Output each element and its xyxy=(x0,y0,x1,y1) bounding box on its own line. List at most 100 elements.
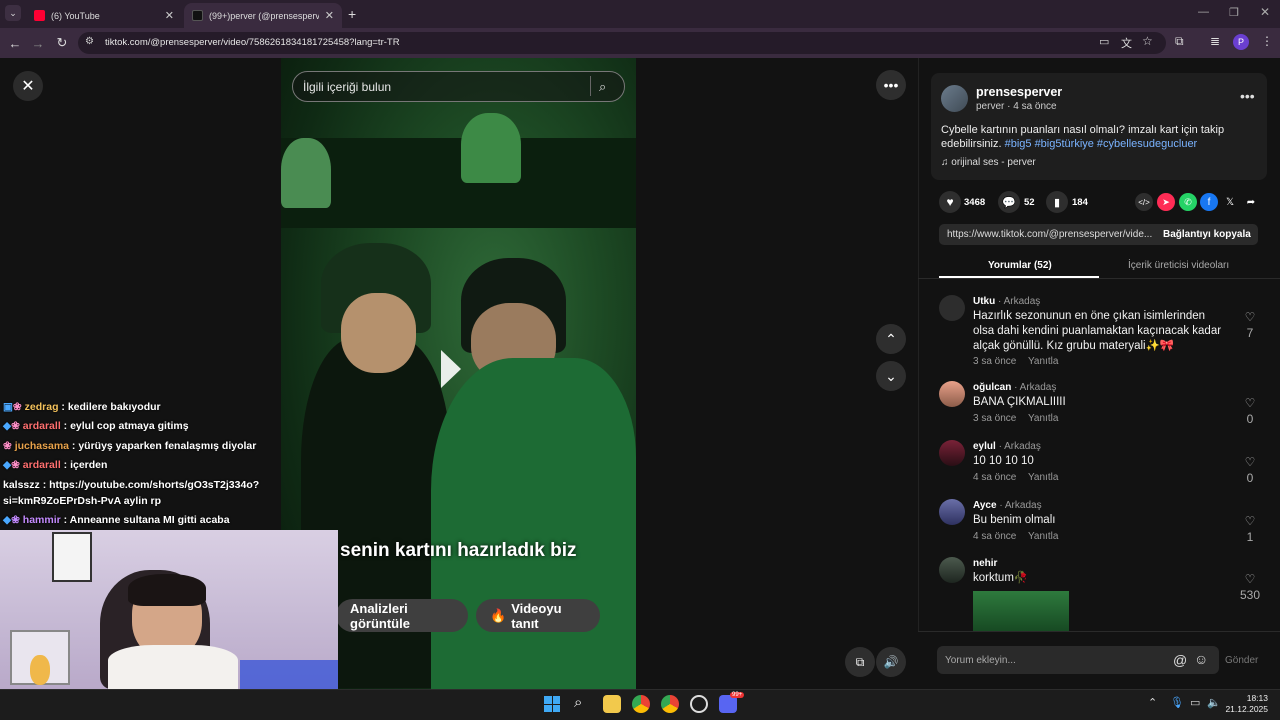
microphone-icon[interactable]: 🎙 xyxy=(1170,696,1184,709)
comment-avatar[interactable] xyxy=(939,295,965,321)
close-tab-icon[interactable]: ✕ xyxy=(165,9,174,22)
close-window-icon[interactable]: ✕ xyxy=(1260,5,1270,19)
post-more-icon[interactable]: ••• xyxy=(1240,88,1255,104)
sound-row[interactable]: ♫ orijinal ses - perver xyxy=(941,157,1036,168)
comment-avatar[interactable] xyxy=(939,440,965,466)
chrome-profile-icon[interactable] xyxy=(661,695,679,713)
close-video-icon[interactable]: ✕ xyxy=(13,71,43,101)
menu-icon[interactable]: ⋮ xyxy=(1261,34,1273,48)
minimize-icon[interactable]: — xyxy=(1198,6,1209,18)
comment-like-icon[interactable]: ♡ xyxy=(1240,572,1260,586)
tab-youtube[interactable]: (6) YouTube ✕ xyxy=(26,3,182,28)
pip-icon[interactable]: ⧉ xyxy=(845,647,875,677)
tab-comments[interactable]: Yorumlar (52) xyxy=(988,260,1052,271)
tab-divider xyxy=(918,278,1280,279)
facebook-icon[interactable]: f xyxy=(1200,193,1218,211)
search-taskbar-icon[interactable]: ⌕ xyxy=(574,694,582,711)
bookmark-star-icon[interactable]: ☆ xyxy=(1142,34,1153,48)
author-avatar[interactable] xyxy=(941,85,968,112)
chat-message: ◆❀ hammir : Anneanne sultana MI gitti ac… xyxy=(3,514,230,526)
volume-tray-icon[interactable]: 🔈 xyxy=(1207,696,1221,709)
comment-placeholder[interactable]: Yorum ekleyin... xyxy=(945,655,1016,666)
profile-avatar[interactable]: P xyxy=(1233,34,1249,50)
like-icon[interactable]: ♥ xyxy=(939,191,961,213)
comment-avatar[interactable] xyxy=(939,557,965,583)
obs-icon[interactable] xyxy=(690,695,708,713)
play-icon[interactable] xyxy=(441,350,461,388)
send-comment-button[interactable]: Gönder xyxy=(1225,655,1258,666)
url-text[interactable]: tiktok.com/@prensesperver/video/75862618… xyxy=(105,37,400,48)
file-explorer-icon[interactable] xyxy=(603,695,621,713)
cast-icon[interactable]: ▭ xyxy=(1099,35,1109,48)
close-tab-icon[interactable]: ✕ xyxy=(325,9,334,22)
hashtags[interactable]: #big5 #big5türkiye #cybellesudegucluer xyxy=(1005,138,1198,150)
comment-avatar[interactable] xyxy=(939,381,965,407)
new-tab-button[interactable]: + xyxy=(348,6,356,22)
clock-date[interactable]: 21.12.2025 xyxy=(1222,704,1268,714)
comment-count: 52 xyxy=(1024,197,1035,208)
analytics-button[interactable]: Analizleri görüntüle xyxy=(336,599,468,632)
reload-icon[interactable]: ↻ xyxy=(53,34,71,52)
volume-icon[interactable]: 🔊 xyxy=(876,647,906,677)
comment-image[interactable] xyxy=(973,591,1069,631)
extensions-icon[interactable]: ⧉ xyxy=(1175,34,1184,49)
back-icon[interactable]: ← xyxy=(6,34,24,52)
copy-link-button[interactable]: Bağlantıyı kopyala xyxy=(1163,229,1251,240)
comment-like-icon[interactable]: ♡ xyxy=(1240,310,1260,324)
start-icon[interactable] xyxy=(544,696,560,712)
comment-username: Ayce xyxy=(973,500,997,511)
chat-text: : https://youtube.com/shorts/gO3sT2j334o… xyxy=(39,479,260,491)
tab-search-button[interactable]: ⌄ xyxy=(5,5,21,21)
author-username[interactable]: prensesperver xyxy=(976,85,1062,99)
send-friend-icon[interactable]: ➤ xyxy=(1157,193,1175,211)
next-video-icon[interactable]: ⌄ xyxy=(876,361,906,391)
emoji-icon[interactable]: ☺ xyxy=(1194,651,1208,667)
comment-like-icon[interactable]: ♡ xyxy=(1240,396,1260,410)
previous-video-icon[interactable]: ⌃ xyxy=(876,324,906,354)
balcony-background xyxy=(281,138,636,228)
whatsapp-icon[interactable]: ✆ xyxy=(1179,193,1197,211)
comment-author[interactable]: oğulcan · Arkadaş xyxy=(973,382,1056,393)
comment-author[interactable]: Ayce · Arkadaş xyxy=(973,500,1042,511)
media-controls-icon[interactable]: ≣ xyxy=(1210,34,1220,48)
promote-video-button[interactable]: 🔥 Videoyu tanıt xyxy=(476,599,600,632)
reply-button[interactable]: Yanıtla xyxy=(1028,356,1058,367)
chat-text: : Anneanne sultana MI gitti acaba xyxy=(60,514,230,526)
comment-text: korktum🥀 xyxy=(973,572,1029,584)
share-icon[interactable]: ➦ xyxy=(1242,193,1260,211)
comment-like-icon[interactable]: ♡ xyxy=(1240,514,1260,528)
chat-message: si=kmR9ZoEPrDsh-PvA aylin rp xyxy=(3,495,161,507)
search-icon[interactable]: ⌕ xyxy=(599,79,606,95)
embed-icon[interactable]: </> xyxy=(1135,193,1153,211)
bookmark-icon[interactable]: ▮ xyxy=(1046,191,1068,213)
comment-author[interactable]: eylul · Arkadaş xyxy=(973,441,1041,452)
clock-time[interactable]: 18:13 xyxy=(1232,693,1268,703)
comment-time: 3 sa önce xyxy=(973,356,1017,367)
tab-tiktok[interactable]: (99+)perver (@prensesperver) | ✕ xyxy=(184,3,342,28)
x-share-icon[interactable]: 𝕏 xyxy=(1221,193,1239,211)
comment-avatar[interactable] xyxy=(939,499,965,525)
restore-icon[interactable]: ❐ xyxy=(1229,6,1239,19)
tray-overflow-icon[interactable]: ⌃ xyxy=(1148,696,1157,709)
reply-button[interactable]: Yanıtla xyxy=(1028,472,1058,483)
comment-icon[interactable]: 💬 xyxy=(998,191,1020,213)
network-icon[interactable]: ▭ xyxy=(1190,696,1200,709)
mention-icon[interactable]: @ xyxy=(1173,652,1187,668)
chrome-icon[interactable] xyxy=(632,695,650,713)
post-link[interactable]: https://www.tiktok.com/@prensesperver/vi… xyxy=(947,229,1152,240)
comment-author[interactable]: nehir xyxy=(973,558,997,569)
comment-text: Hazırlık sezonunun en öne çıkan isimleri… xyxy=(973,310,1222,352)
reply-button[interactable]: Yanıtla xyxy=(1028,413,1058,424)
site-info-icon[interactable]: ⚙ xyxy=(85,36,94,47)
forward-icon[interactable]: → xyxy=(29,34,47,52)
author-subtitle: perver · 4 sa önce xyxy=(976,101,1057,112)
more-options-icon[interactable]: ••• xyxy=(876,70,906,100)
comment-author[interactable]: Utku · Arkadaş xyxy=(973,296,1040,307)
search-placeholder[interactable]: İlgili içeriği bulun xyxy=(303,80,391,94)
reply-button[interactable]: Yanıtla xyxy=(1028,531,1058,542)
comment-username: eylul xyxy=(973,441,996,452)
tab-creator-videos[interactable]: İçerik üreticisi videoları xyxy=(1128,260,1229,271)
comment-like-count: 1 xyxy=(1246,530,1254,544)
translate-icon[interactable]: 文 xyxy=(1121,35,1132,51)
comment-like-icon[interactable]: ♡ xyxy=(1240,455,1260,469)
